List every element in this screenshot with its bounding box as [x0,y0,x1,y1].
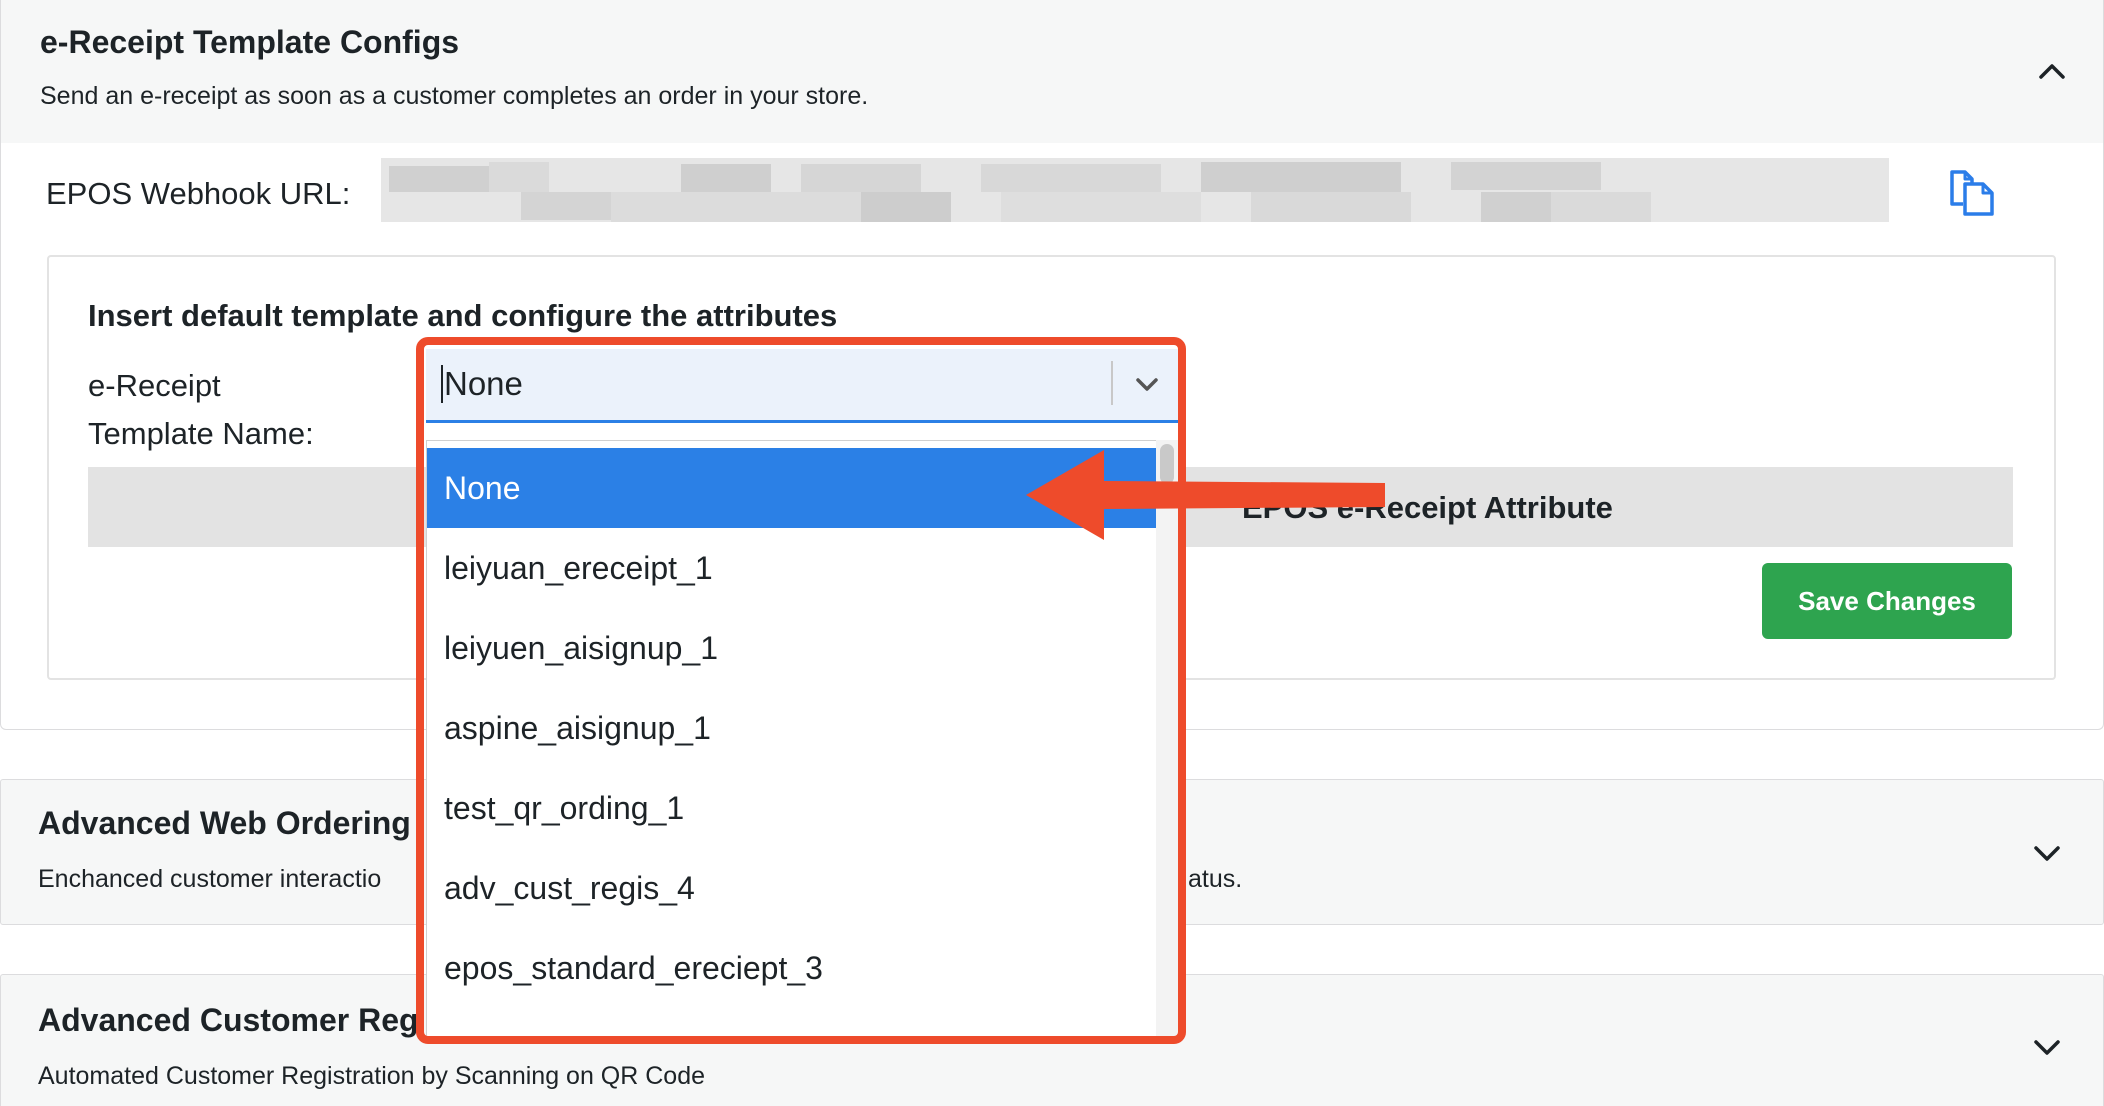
panel-description: Send an e-receipt as soon as a customer … [40,82,869,110]
list-item-partial[interactable] [427,1008,1158,1039]
template-name-label-line1: e-Receipt [88,368,221,403]
template-name-select[interactable] [426,349,1178,423]
panel-description: Automated Customer Registration by Scann… [38,1062,706,1090]
list-item[interactable]: leiyuan_ereceipt_1 [427,528,1158,608]
panel-title: Advanced Customer Reg [38,1002,419,1038]
chevron-down-icon[interactable] [2032,1032,2062,1062]
copy-icon[interactable] [1945,164,1999,218]
select-separator [1111,361,1113,405]
chevron-up-icon[interactable] [2037,56,2067,86]
list-item[interactable]: epos_standard_ereciept_3 [427,928,1158,1008]
save-changes-button[interactable]: Save Changes [1762,563,2012,639]
template-config-heading: Insert default template and configure th… [88,298,838,333]
list-item[interactable]: aspine_aisignup_1 [427,688,1158,768]
webhook-url-field[interactable] [381,158,1889,222]
ereceipt-panel-header[interactable]: e-Receipt Template Configs Send an e-rec… [0,0,2104,144]
panel-title: e-Receipt Template Configs [40,24,460,60]
template-select-value[interactable]: None [441,365,523,403]
chevron-down-icon[interactable] [2032,838,2062,868]
list-item[interactable]: adv_cust_regis_4 [427,848,1158,928]
chevron-down-icon[interactable] [1132,369,1162,399]
dropdown-scrollbar-thumb[interactable] [1160,444,1174,484]
dropdown-scrollbar-track[interactable] [1156,440,1178,1040]
attribute-header-label: EPOS e-Receipt Attribute [1242,490,1613,525]
webhook-url-label: EPOS Webhook URL: [46,176,351,211]
list-item[interactable]: test_qr_ording_1 [427,768,1158,848]
list-item[interactable]: leiyuen_aisignup_1 [427,608,1158,688]
template-options-list[interactable]: None leiyuan_ereceipt_1 leiyuen_aisignup… [426,440,1178,1040]
template-name-label: e-Receipt Template Name: [88,362,314,458]
panel-description: Enchanced customer interactio [38,865,382,893]
panel-title: Advanced Web Ordering [38,805,411,841]
template-name-label-line2: Template Name: [88,416,314,451]
panel-description-tail: atus. [1188,865,1243,893]
option-none[interactable]: None [427,448,1158,528]
